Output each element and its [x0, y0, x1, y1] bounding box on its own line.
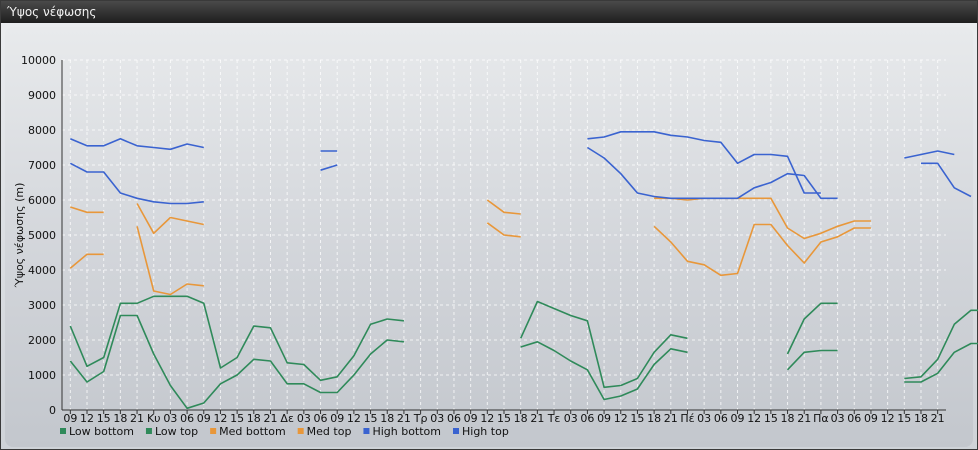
x-tick-label: Δε	[280, 412, 294, 425]
x-tick-label: 06	[714, 412, 728, 425]
x-tick-label: 03	[163, 412, 177, 425]
series-line-high-top	[904, 150, 955, 159]
legend-label: High bottom	[372, 425, 441, 438]
y-tick-label: 5000	[28, 229, 56, 242]
y-tick-label: 6000	[28, 194, 56, 207]
x-tick-label: 12	[347, 412, 361, 425]
x-tick-label: 21	[397, 412, 411, 425]
x-tick-label: 03	[564, 412, 578, 425]
x-tick-label: 15	[764, 412, 778, 425]
x-tick-label: 21	[263, 412, 277, 425]
legend-swatch	[210, 428, 217, 434]
x-tick-label: 12	[480, 412, 494, 425]
x-tick-label: 21	[530, 412, 544, 425]
x-tick-label: 18	[113, 412, 127, 425]
x-tick-label: 21	[931, 412, 945, 425]
y-tick-label: 9000	[28, 89, 56, 102]
x-tick-label: 12	[881, 412, 895, 425]
x-tick-label: 09	[464, 412, 478, 425]
series-line-low-bottom	[904, 342, 978, 383]
x-tick-label: 18	[380, 412, 394, 425]
x-tick-label: 18	[781, 412, 795, 425]
y-tick-label: 2000	[28, 334, 56, 347]
x-tick-label: 18	[514, 412, 528, 425]
series-line-high-bottom	[586, 146, 838, 200]
x-tick-label: 03	[297, 412, 311, 425]
legend-swatch	[145, 428, 152, 434]
x-tick-label: 06	[447, 412, 461, 425]
series-line-low-top	[786, 302, 838, 355]
x-tick-label: 15	[230, 412, 244, 425]
legend-label: Low bottom	[69, 425, 134, 438]
x-tick-label: 09	[330, 412, 344, 425]
y-tick-label: 3000	[28, 299, 56, 312]
x-tick-label: Κυ	[147, 412, 161, 425]
legend-swatch	[60, 428, 66, 434]
series-line-high-bottom	[320, 164, 338, 171]
y-tick-label: 7000	[28, 159, 56, 172]
x-tick-label: 09	[731, 412, 745, 425]
x-tick-label: 15	[497, 412, 511, 425]
x-tick-label: 18	[247, 412, 261, 425]
x-tick-label: 15	[97, 412, 111, 425]
x-tick-label: 18	[647, 412, 661, 425]
x-tick-label: 03	[831, 412, 845, 425]
series-line-med-top	[654, 197, 871, 240]
legend-label: Med bottom	[219, 425, 286, 438]
y-tick-label: 0	[49, 404, 56, 417]
x-tick-label: 03	[430, 412, 444, 425]
x-tick-label: 06	[580, 412, 594, 425]
x-tick-label: Πα	[813, 412, 829, 425]
x-tick-label: 15	[364, 412, 378, 425]
legend-swatch	[297, 428, 304, 434]
y-tick-label: 8000	[28, 124, 56, 137]
x-tick-label: 06	[314, 412, 328, 425]
x-tick-label: 12	[80, 412, 94, 425]
x-tick-label: 09	[597, 412, 611, 425]
series-line-low-bottom	[786, 349, 838, 371]
x-tick-label: 21	[797, 412, 811, 425]
legend-label: Low top	[155, 425, 198, 438]
x-tick-label: 21	[664, 412, 678, 425]
x-tick-label: 03	[697, 412, 711, 425]
x-tick-label: 15	[630, 412, 644, 425]
x-tick-label: 12	[614, 412, 628, 425]
legend-label: Med top	[307, 425, 352, 438]
x-tick-label: 21	[130, 412, 144, 425]
legend-label: High top	[462, 425, 509, 438]
x-tick-label: 18	[914, 412, 928, 425]
x-tick-label: 12	[747, 412, 761, 425]
x-tick-label: Τε	[547, 412, 561, 425]
y-tick-label: 10000	[21, 54, 56, 67]
series-line-med-top	[70, 206, 104, 214]
y-axis-label: Ύψος νέφωσης (m)	[13, 183, 26, 289]
y-tick-label: 1000	[28, 369, 56, 382]
x-tick-label: 12	[213, 412, 227, 425]
y-tick-label: 4000	[28, 264, 56, 277]
x-tick-label: 06	[180, 412, 194, 425]
legend-swatch	[363, 428, 370, 434]
series-line-med-bottom	[653, 223, 871, 277]
x-tick-label: 15	[897, 412, 911, 425]
series-line-high-bottom	[921, 162, 972, 198]
x-tick-label: 09	[197, 412, 211, 425]
x-tick-label: 09	[63, 412, 77, 425]
legend-swatch	[453, 428, 459, 434]
x-tick-label: 09	[864, 412, 878, 425]
x-tick-label: 06	[847, 412, 861, 425]
x-tick-label: Τρ	[413, 412, 428, 425]
x-tick-label: Πέ	[680, 412, 694, 425]
cloud-height-chart: 0 1000 2000 3000 4000 5000 6000 7000 8000 9000 100…	[13, 54, 978, 438]
